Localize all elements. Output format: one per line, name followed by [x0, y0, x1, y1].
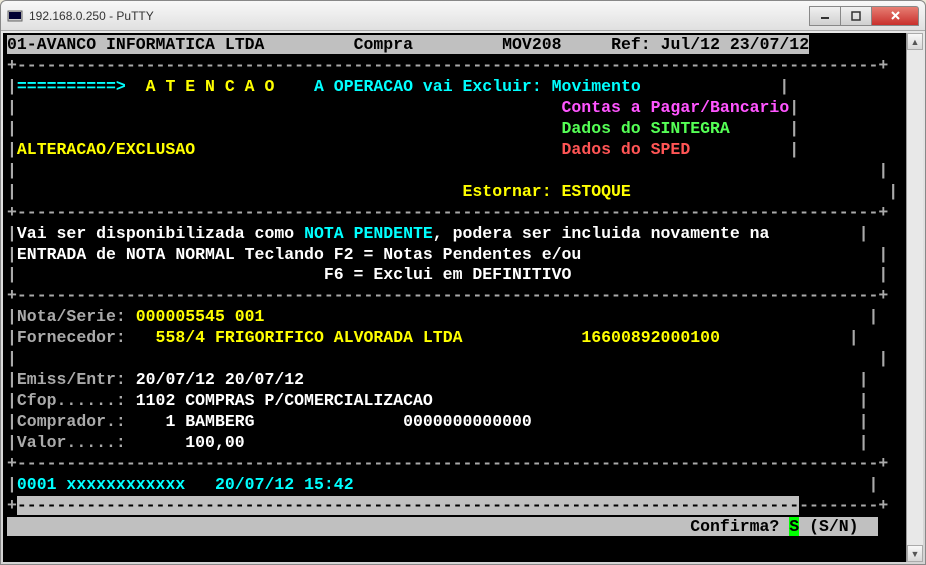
minimize-button[interactable] — [809, 6, 841, 26]
emiss-label: Emiss/Entr: — [17, 370, 126, 389]
comp-label: Comprador.: — [17, 412, 126, 431]
scroll-track[interactable] — [907, 50, 923, 545]
footer-line: ----------------------------------------… — [17, 496, 799, 515]
window-title: 192.168.0.250 - PuTTY — [29, 9, 810, 23]
item-movimento: Movimento — [552, 77, 641, 96]
titlebar: 192.168.0.250 - PuTTY — [1, 1, 925, 31]
code: MOV208 — [502, 35, 561, 54]
scroll-up-button[interactable]: ▲ — [907, 33, 923, 50]
log-ts: 20/07/12 15:42 — [215, 475, 354, 494]
forn-code: 558/4 — [156, 328, 206, 347]
confirm-line: Confirma? S (S/N) — [7, 517, 878, 536]
valor-label: Valor.....: — [17, 433, 126, 452]
ref: Ref: Jul/12 23/07/12 — [611, 35, 809, 54]
header-line: 01-AVANCO INFORMATICA LTDA Compra MOV208… — [7, 35, 809, 54]
estornar-value: ESTOQUE — [562, 182, 631, 201]
op-label: A OPERACAO vai Excluir: — [314, 77, 542, 96]
estornar-label: Estornar: — [462, 182, 551, 201]
arrow: ==========> — [17, 77, 126, 96]
info-l1a: Vai ser disponibilizada como — [17, 224, 304, 243]
alt-excl: ALTERACAO/EXCLUSAO — [17, 140, 195, 159]
app-icon — [7, 8, 23, 24]
item-sintegra: Dados do SINTEGRA — [562, 119, 730, 138]
confirm-input[interactable]: S — [789, 517, 799, 536]
putty-window: 192.168.0.250 - PuTTY 01-AVANCO INFORMAT… — [0, 0, 926, 565]
cfop-value: 1102 COMPRAS P/COMERCIALIZACAO — [136, 391, 433, 410]
cfop-label: Cfop......: — [17, 391, 126, 410]
maximize-button[interactable] — [840, 6, 872, 26]
log-seq: 0001 — [17, 475, 57, 494]
confirm-hint: (S/N) — [809, 517, 859, 536]
close-button[interactable] — [871, 6, 919, 26]
emiss-value: 20/07/12 20/07/12 — [136, 370, 304, 389]
item-sped: Dados do SPED — [562, 140, 691, 159]
atencao: A T E N C A O — [146, 77, 275, 96]
comp-value: 1 BAMBERG 0000000000000 — [136, 412, 532, 431]
info-l1b: NOTA PENDENTE — [304, 224, 433, 243]
terminal-container: 01-AVANCO INFORMATICA LTDA Compra MOV208… — [3, 33, 923, 562]
log-x: xxxxxxxxxxxx — [66, 475, 185, 494]
forn-label: Fornecedor: — [17, 328, 126, 347]
item-contas: Contas a Pagar/Bancario — [562, 98, 790, 117]
scrollbar[interactable]: ▲ ▼ — [906, 33, 923, 562]
info-l2: ENTRADA de NOTA NORMAL Teclando F2 = Not… — [17, 245, 581, 264]
info-l1c: , podera ser incluida novamente na — [433, 224, 770, 243]
nota-value: 000005545 001 — [136, 307, 265, 326]
company: 01-AVANCO INFORMATICA LTDA — [7, 35, 264, 54]
valor-value: 100,00 — [136, 433, 245, 452]
terminal[interactable]: 01-AVANCO INFORMATICA LTDA Compra MOV208… — [3, 33, 906, 562]
info-l3: F6 = Exclui em DEFINITIVO — [17, 265, 572, 284]
window-controls — [810, 6, 919, 26]
scroll-down-button[interactable]: ▼ — [907, 545, 923, 562]
module: Compra — [354, 35, 413, 54]
forn-name: FRIGORIFICO ALVORADA LTDA — [215, 328, 463, 347]
confirm-label: Confirma? — [690, 517, 779, 536]
forn-cnpj: 16600892000100 — [581, 328, 720, 347]
nota-label: Nota/Serie: — [17, 307, 126, 326]
